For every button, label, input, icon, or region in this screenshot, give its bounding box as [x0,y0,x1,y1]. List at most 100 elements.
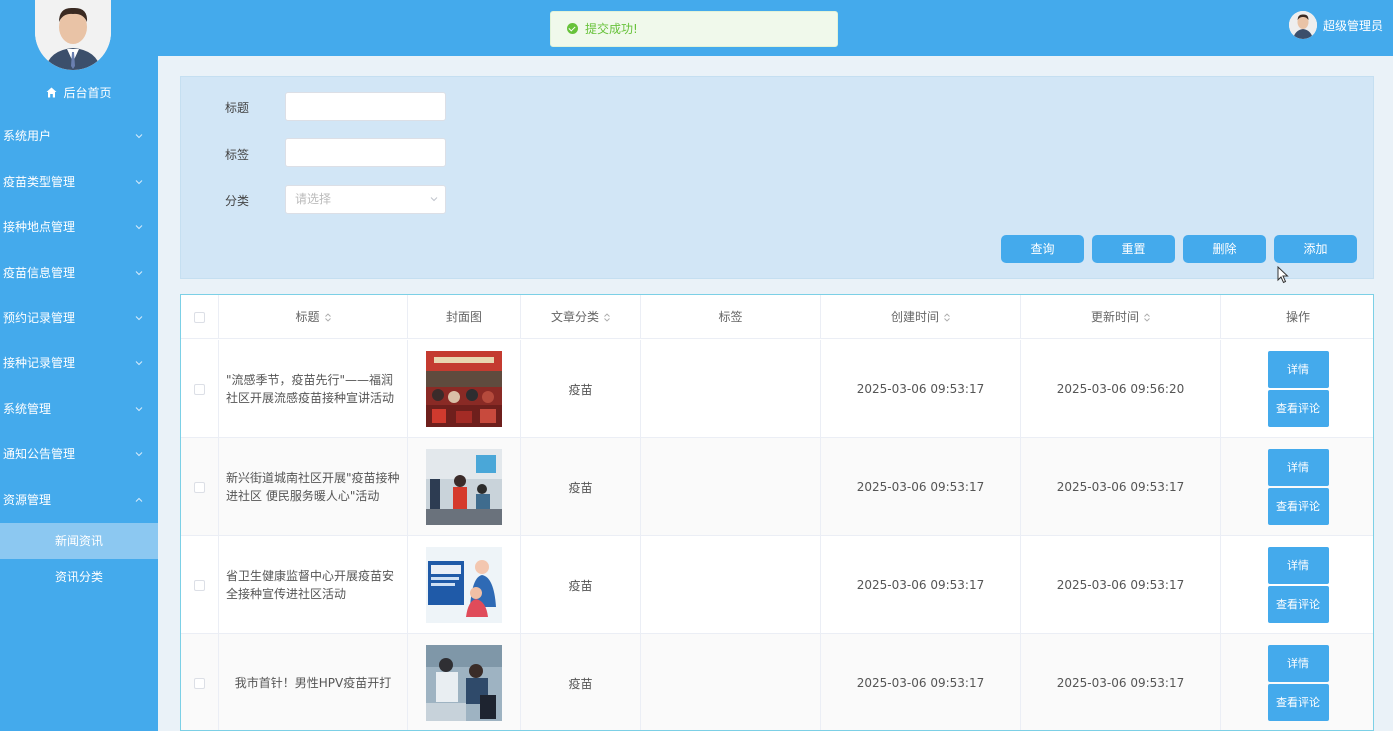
detail-button[interactable]: 详情 [1267,645,1329,682]
row-title: 我市首针！男性HPV疫苗开打 [219,634,408,730]
chevron-down-icon [135,316,143,321]
chevron-up-icon [135,497,143,502]
sort-icon[interactable] [324,313,331,322]
sidebar-item-system-users[interactable]: 系统用户 [0,125,158,147]
sidebar-item-label: 通知公告管理 [3,447,76,461]
th-created[interactable]: 创建时间 [821,295,1021,339]
user-name: 超级管理员 [1322,18,1383,33]
row-select-cell [181,536,219,634]
home-icon [46,87,57,98]
row-updated: 2025-03-06 09:53:17 [1021,634,1221,730]
sidebar-item-vaccine-info[interactable]: 疫苗信息管理 [0,262,158,284]
toast-message: 提交成功! [585,22,638,36]
table-header: 标题 封面图 文章分类 标签 创建时间 更新时间 操作 [181,295,1373,339]
tag-label: 标签 [225,148,250,162]
th-updated[interactable]: 更新时间 [1021,295,1221,339]
th-cover: 封面图 [408,295,521,339]
reset-button[interactable]: 重置 [1092,235,1175,263]
row-updated: 2025-03-06 09:53:17 [1021,536,1221,634]
row-checkbox[interactable] [194,677,205,689]
sidebar-item-sites[interactable]: 接种地点管理 [0,216,158,238]
chevron-down-icon [135,452,143,457]
row-cover-cell [408,536,521,634]
th-category[interactable]: 文章分类 [521,295,641,339]
select-all-cell [181,295,219,339]
category-placeholder: 请选择 [295,192,332,206]
sidebar-item-appointments[interactable]: 预约记录管理 [0,307,158,329]
th-title-label: 标题 [295,310,320,324]
view-comments-button[interactable]: 查看评论 [1267,390,1329,427]
row-select-cell [181,438,219,536]
detail-button[interactable]: 详情 [1267,547,1329,584]
delete-button[interactable]: 删除 [1183,235,1266,263]
th-category-label: 文章分类 [550,310,599,324]
sidebar-item-system[interactable]: 系统管理 [0,398,158,420]
sidebar-subitem-news[interactable]: 新闻资讯 [0,523,158,559]
row-created: 2025-03-06 09:53:17 [821,634,1021,730]
view-comments-button[interactable]: 查看评论 [1267,586,1329,623]
th-actions: 操作 [1221,295,1373,339]
sidebar-item-label: 接种地点管理 [3,220,76,234]
chevron-down-icon [135,271,143,276]
row-actions: 详情 查看评论 [1221,634,1373,730]
sidebar-item-label: 系统用户 [3,129,52,143]
row-created: 2025-03-06 09:53:17 [821,438,1021,536]
title-input[interactable] [285,92,446,121]
sidebar-home-label: 后台首页 [63,86,112,100]
title-label: 标题 [225,101,250,115]
row-title: 新兴街道城南社区开展"疫苗接种进社区 便民服务暖人心"活动 [219,438,408,536]
cover-image[interactable] [426,351,502,427]
row-cover-cell [408,634,521,730]
row-tags [641,340,821,438]
th-actions-label: 操作 [1285,310,1310,324]
view-comments-button[interactable]: 查看评论 [1267,684,1329,721]
row-checkbox[interactable] [194,579,205,591]
category-select[interactable]: 请选择 [285,185,446,214]
row-actions: 详情 查看评论 [1221,340,1373,438]
cover-image[interactable] [426,645,502,721]
row-category: 疫苗 [521,438,641,536]
row-select-cell [181,340,219,438]
row-category: 疫苗 [521,340,641,438]
chevron-down-icon [135,134,143,139]
view-comments-button[interactable]: 查看评论 [1267,488,1329,525]
th-tags-label: 标签 [718,310,743,324]
user-menu[interactable]: 超级管理员 [1288,10,1383,40]
row-select-cell [181,634,219,730]
row-category: 疫苗 [521,634,641,730]
sort-icon[interactable] [1144,313,1150,322]
row-created: 2025-03-06 09:53:17 [821,536,1021,634]
success-toast: 提交成功! [550,11,838,47]
sidebar-item-vaccine-types[interactable]: 疫苗类型管理 [0,171,158,193]
row-actions: 详情 查看评论 [1221,438,1373,536]
tag-input[interactable] [285,138,446,167]
admin-avatar [35,0,111,70]
row-tags [641,536,821,634]
sidebar-item-resources[interactable]: 资源管理 [0,489,158,511]
cover-image[interactable] [426,449,502,525]
detail-button[interactable]: 详情 [1267,449,1329,486]
row-checkbox[interactable] [194,383,205,395]
sort-icon[interactable] [944,313,950,322]
select-all-checkbox[interactable] [194,312,205,323]
sidebar-item-vaccination-records[interactable]: 接种记录管理 [0,352,158,374]
row-updated: 2025-03-06 09:56:20 [1021,340,1221,438]
news-table: 标题 封面图 文章分类 标签 创建时间 更新时间 操作 "流感季节，疫苗先行"—… [180,294,1374,731]
th-title[interactable]: 标题 [219,295,408,339]
sidebar-item-notices[interactable]: 通知公告管理 [0,443,158,465]
query-button[interactable]: 查询 [1001,235,1084,263]
add-button[interactable]: 添加 [1274,235,1357,263]
table-row: 省卫生健康监督中心开展疫苗安全接种宣传进社区活动 疫苗 2025-03-06 0… [181,536,1373,634]
cover-image[interactable] [426,547,502,623]
sidebar-subitem-label: 新闻资讯 [54,534,103,548]
sort-icon[interactable] [604,313,610,322]
sidebar-subitem-news-categories[interactable]: 资讯分类 [0,559,158,595]
sidebar-item-label: 资源管理 [3,493,52,507]
th-created-label: 创建时间 [890,310,939,324]
chevron-down-icon [135,361,143,366]
row-title: 省卫生健康监督中心开展疫苗安全接种宣传进社区活动 [219,536,408,634]
row-category: 疫苗 [521,536,641,634]
detail-button[interactable]: 详情 [1267,351,1329,388]
sidebar-home[interactable]: 后台首页 [0,84,158,101]
row-checkbox[interactable] [194,481,205,493]
